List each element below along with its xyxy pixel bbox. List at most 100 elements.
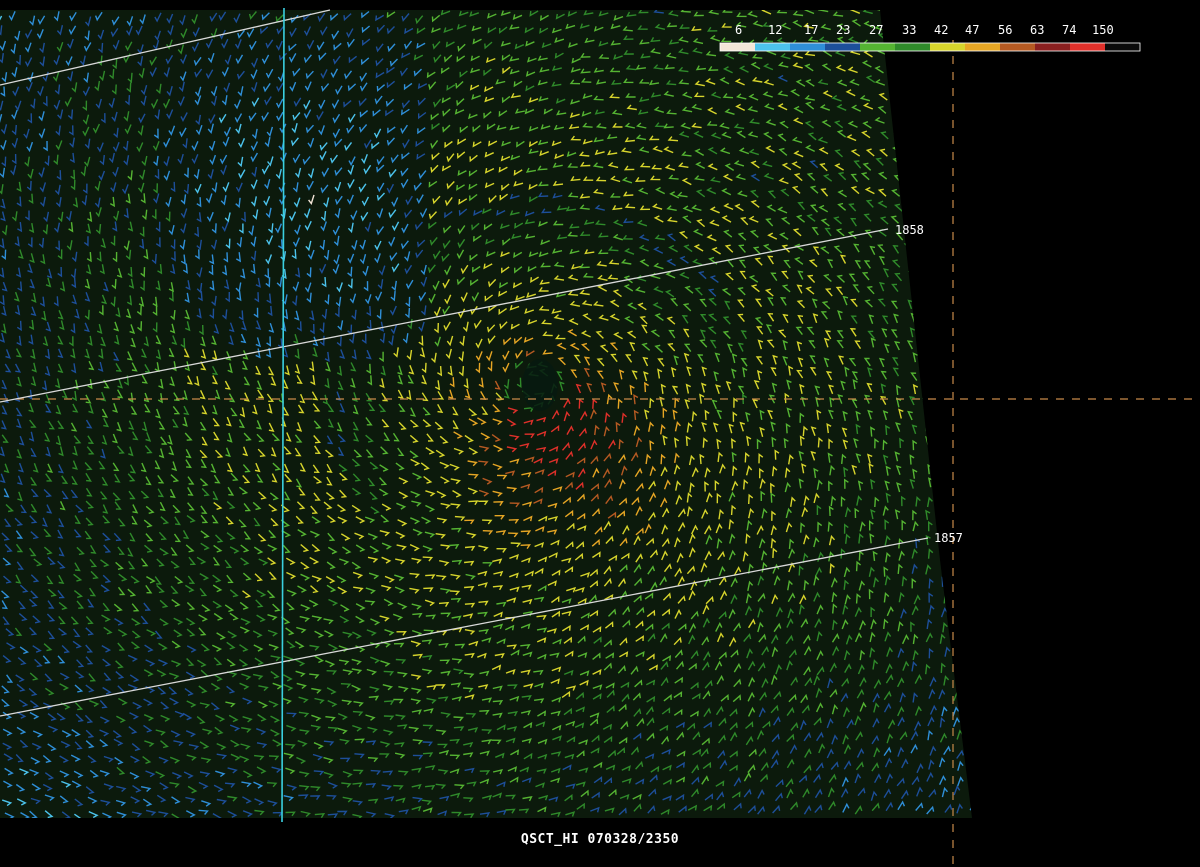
wind-barb [905,146,914,155]
wind-barb [936,507,943,518]
wind-barb [918,92,929,101]
wind-barb [906,73,916,82]
wind-barb [953,340,960,350]
wind-barb [929,119,940,127]
wind-barb [957,411,963,422]
wind-barb [891,79,901,88]
wind-barb [917,172,927,180]
wind-barb [941,491,947,502]
wind-barb [966,662,972,673]
legend-swatch [965,43,1001,51]
wind-barb [970,591,972,602]
wind-barb [921,158,930,167]
legend-swatch [895,43,931,51]
wind-barb [923,285,932,294]
wind-barb [960,177,970,186]
wind-barb [920,35,930,44]
wind-barb [960,50,971,58]
wind-barb [889,64,900,72]
wind-barb [962,310,970,321]
wind-barb [949,271,956,281]
wind-barb [936,408,943,419]
wind-barb [962,10,972,16]
wind-barb [902,63,913,71]
wind-barb [954,491,960,502]
wind-barb [905,187,914,196]
wind-barb [958,551,964,563]
wind-barb [918,116,929,125]
wind-barb [907,260,916,269]
wind-barb [916,245,926,254]
wind-barb [933,129,942,138]
wind-barb [954,579,960,590]
wind-barb [948,370,955,380]
wind-barb [954,477,960,488]
legend-swatch [720,43,756,51]
wind-barb [949,244,957,254]
wind-barb [943,10,954,13]
wind-barb [971,562,972,573]
wind-barb [918,20,927,30]
wind-barb [966,551,972,563]
wind-barb [956,649,963,661]
wind-barb [953,662,961,673]
wind-barb [946,92,956,101]
wind-barb [963,230,972,239]
legend-swatch [825,43,861,51]
wind-barb [970,536,972,547]
wind-barb [917,104,928,113]
wind-barb [957,678,965,688]
wind-barb [908,161,917,170]
wind-barb [918,75,929,83]
wind-barb [920,271,928,281]
wind-barb [922,343,929,353]
legend-label-27: 27 [869,23,884,37]
wind-barb [955,608,961,619]
wind-barb [906,103,916,113]
wind-barb [930,51,941,59]
wind-barb [950,161,958,170]
wind-barb [964,329,972,339]
wind-barb [937,355,944,366]
legend-label-17: 17 [804,23,819,37]
wind-barb [953,508,958,520]
legend-label-42: 42 [934,23,949,37]
wind-barb [968,423,972,434]
wind-barb [968,382,972,393]
wind-barb [906,120,917,128]
wind-barb [888,34,899,42]
wind-barb [969,800,972,811]
wind-barb [948,315,956,325]
wind-barb [958,635,964,647]
wind-barb [931,103,941,112]
wind-barb [969,396,972,407]
wind-barb [960,203,970,212]
wind-barb [940,423,946,433]
wind-barb [925,409,931,420]
wind-barb [943,563,950,575]
wind-barb [938,260,946,269]
wind-barb [906,131,915,140]
legend-label-6: 6 [735,23,743,37]
wind-barb [943,551,950,563]
wind-barb [962,60,972,68]
cyclone-eye [522,359,558,411]
wind-barb [947,22,958,31]
wind-barb [941,576,947,587]
wind-barb [919,133,928,143]
wind-barb [934,230,944,239]
wind-barb [923,299,930,309]
wind-barb [958,463,964,474]
wind-barb [934,245,943,254]
wind-barb [964,270,972,280]
wind-barb [891,104,901,113]
wind-barb [968,438,972,449]
wind-barb [965,522,971,534]
wind-barb [923,229,932,239]
wind-barb [968,367,972,378]
wind-barb [969,760,972,770]
legend-label-12: 12 [768,23,783,37]
wind-barb [888,19,899,28]
wind-barb [969,480,972,491]
wind-barb [943,593,950,604]
